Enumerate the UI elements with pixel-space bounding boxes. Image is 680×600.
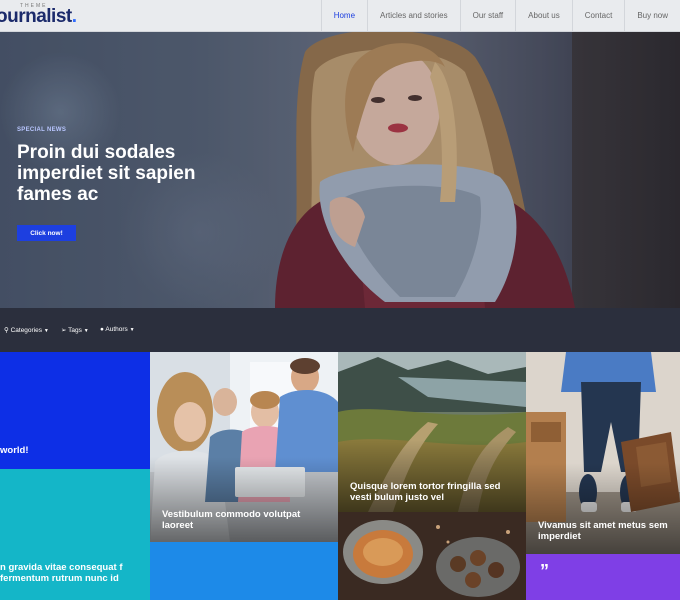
hero-banner: SPECIAL NEWS Proin dui sodales imperdiet… xyxy=(0,32,680,308)
filter-tags[interactable]: ➢ Tags ▼ xyxy=(61,326,89,334)
tile-gravida[interactable]: n gravida vitae consequat f fermentum ru… xyxy=(0,469,150,600)
hero-title[interactable]: Proin dui sodales imperdiet sit sapien f… xyxy=(17,142,247,205)
tile-food[interactable] xyxy=(338,512,526,600)
tile-world[interactable]: world! xyxy=(0,352,150,469)
nav-staff[interactable]: Our staff xyxy=(459,0,516,32)
click-now-button[interactable]: Click now! xyxy=(17,225,76,241)
tag-icon: ⚲ xyxy=(4,327,9,334)
filter-categories-label: Categories xyxy=(10,327,43,334)
hero-category-label: SPECIAL NEWS xyxy=(17,127,67,133)
tile-world-title: world! xyxy=(0,445,29,456)
nav-home[interactable]: Home xyxy=(320,0,367,32)
tile-vestibulum[interactable]: Vestibulum commodo volutpat laoreet xyxy=(150,352,338,542)
nav-articles[interactable]: Articles and stories xyxy=(367,0,460,32)
filter-categories[interactable]: ⚲ Categories ▼ xyxy=(4,326,49,334)
logo-text: ournalist. xyxy=(0,6,77,27)
quote-icon: ” xyxy=(540,561,549,581)
main-nav: Home Articles and stories Our staff Abou… xyxy=(320,0,680,32)
filter-authors[interactable]: ● Authors ▼ xyxy=(100,326,135,333)
filter-authors-label: Authors xyxy=(105,326,128,333)
caret-down-icon: ▼ xyxy=(83,328,89,334)
tile-quote[interactable]: ” xyxy=(526,554,680,600)
label-icon: ➢ xyxy=(61,327,67,334)
caret-down-icon: ▼ xyxy=(129,327,135,333)
nav-contact[interactable]: Contact xyxy=(571,0,625,32)
tile-quisque[interactable]: Quisque lorem tortor fringilla sed vesti… xyxy=(338,352,526,512)
nav-buy[interactable]: Buy now xyxy=(624,0,680,32)
filter-bar: ⚲ Categories ▼ ➢ Tags ▼ ● Authors ▼ xyxy=(0,308,680,352)
tile-vivamus[interactable]: Vivamus sit amet metus sem imperdiet xyxy=(526,352,680,554)
filter-tags-label: Tags xyxy=(68,327,82,334)
pastry-image xyxy=(338,512,526,600)
caret-down-icon: ▼ xyxy=(43,328,49,334)
tile-vestibulum-title: Vestibulum commodo volutpat laoreet xyxy=(162,509,301,531)
tile-gravida-title: n gravida vitae consequat f fermentum ru… xyxy=(0,562,123,584)
person-icon: ● xyxy=(100,326,104,333)
nav-about[interactable]: About us xyxy=(515,0,572,32)
tile-quisque-title: Quisque lorem tortor fringilla sed vesti… xyxy=(350,481,501,503)
tile-sky[interactable] xyxy=(150,542,338,600)
site-header: THEME ournalist. Home Articles and stori… xyxy=(0,0,680,32)
tile-vivamus-title: Vivamus sit amet metus sem imperdiet xyxy=(538,520,668,542)
